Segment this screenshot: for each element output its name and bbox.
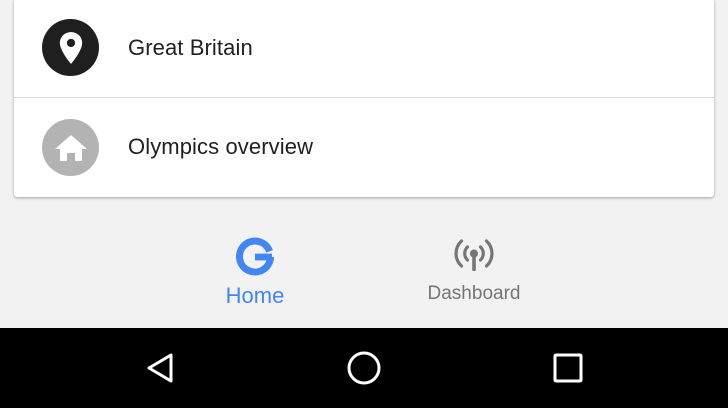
list-item-olympics-overview[interactable]: Olympics overview [14, 98, 714, 197]
google-g-icon [236, 237, 274, 276]
home-icon [54, 134, 87, 161]
location-pin-avatar [42, 19, 99, 76]
recents-icon [553, 353, 583, 383]
home-button[interactable] [344, 348, 384, 388]
results-card: Great Britain Olympics overview [14, 0, 714, 197]
nav-home-label: Home [225, 283, 285, 308]
nav-dashboard-label: Dashboard [427, 283, 521, 304]
list-item-label: Olympics overview [128, 134, 314, 159]
home-circle-icon [347, 351, 381, 385]
back-button[interactable] [140, 348, 180, 388]
back-icon [147, 353, 173, 383]
bottom-navigation: Home Dashboard [0, 213, 728, 328]
nav-home[interactable]: Home [190, 213, 320, 328]
broadcast-tower-icon [454, 239, 494, 271]
system-navigation-bar [0, 328, 728, 408]
list-item-label: Great Britain [128, 35, 253, 60]
recents-button[interactable] [548, 348, 588, 388]
home-avatar [42, 119, 99, 176]
list-item-great-britain[interactable]: Great Britain [14, 0, 714, 97]
location-pin-icon [59, 31, 82, 64]
nav-dashboard[interactable]: Dashboard [404, 213, 544, 328]
